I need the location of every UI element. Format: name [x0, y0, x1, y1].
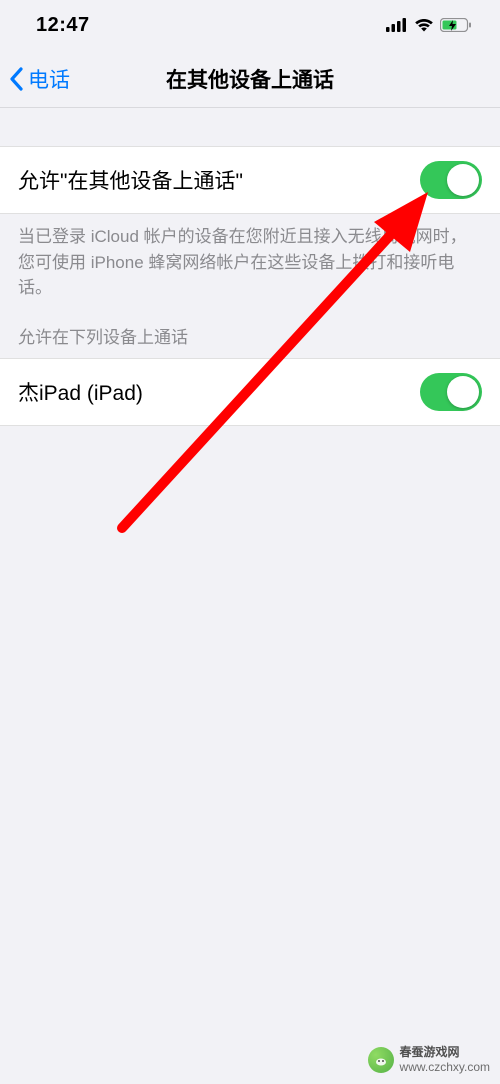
allow-calls-label: 允许"在其他设备上通话" [18, 165, 243, 195]
back-button[interactable]: 电话 [0, 64, 70, 94]
battery-charging-icon [440, 18, 472, 32]
nav-bar: 电话 在其他设备上通话 [0, 50, 500, 108]
page-title: 在其他设备上通话 [166, 64, 334, 94]
allow-calls-toggle[interactable] [420, 161, 482, 199]
back-label: 电话 [28, 64, 70, 94]
status-icons [386, 18, 472, 32]
status-bar: 12:47 [0, 0, 500, 50]
watermark-logo-icon [368, 1047, 394, 1073]
device-toggle[interactable] [420, 373, 482, 411]
allow-calls-footer: 当已登录 iCloud 帐户的设备在您附近且接入无线局域网时，您可使用 iPho… [0, 214, 500, 323]
status-time: 12:47 [36, 14, 90, 37]
watermark-title: 春蚕游戏网 [400, 1045, 490, 1059]
devices-section-header: 允许在下列设备上通话 [0, 323, 500, 358]
watermark-text: 春蚕游戏网 www.czchxy.com [400, 1045, 490, 1074]
spacer [0, 108, 500, 146]
chevron-left-icon [8, 67, 24, 91]
watermark-url: www.czchxy.com [400, 1060, 490, 1074]
device-label: 杰iPad (iPad) [18, 377, 143, 407]
cellular-icon [386, 18, 408, 32]
wifi-icon [414, 18, 434, 32]
allow-calls-row[interactable]: 允许"在其他设备上通话" [0, 146, 500, 214]
device-row[interactable]: 杰iPad (iPad) [0, 358, 500, 426]
watermark: 春蚕游戏网 www.czchxy.com [368, 1045, 490, 1074]
